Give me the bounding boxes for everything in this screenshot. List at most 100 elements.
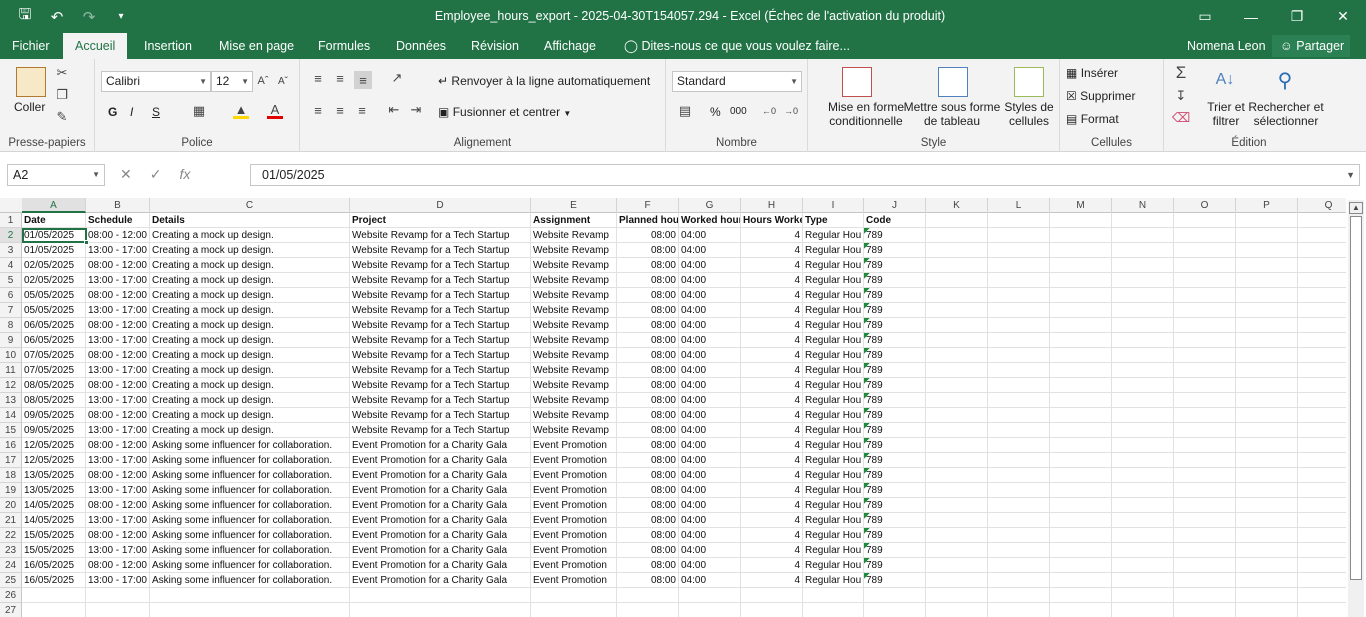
table-cell[interactable]	[926, 573, 988, 588]
row-header-12[interactable]: 12	[0, 378, 22, 393]
table-cell[interactable]: 08/05/2025	[22, 393, 86, 408]
table-cell[interactable]	[1298, 243, 1346, 258]
table-cell[interactable]: Regular Hou	[803, 258, 864, 273]
table-cell[interactable]: Asking some influencer for collaboration…	[150, 453, 350, 468]
table-cell[interactable]: 789	[864, 528, 926, 543]
table-cell[interactable]	[1050, 378, 1112, 393]
table-cell[interactable]: 13:00 - 17:00	[86, 513, 150, 528]
tab-donnees[interactable]: Données	[384, 33, 458, 59]
table-cell[interactable]: 13:00 - 17:00	[86, 573, 150, 588]
table-cell[interactable]	[1174, 438, 1236, 453]
table-cell[interactable]: 789	[864, 348, 926, 363]
table-cell[interactable]: 08:00	[617, 363, 679, 378]
table-cell[interactable]	[1236, 393, 1298, 408]
table-cell[interactable]: 06/05/2025	[22, 318, 86, 333]
table-cell[interactable]	[1050, 228, 1112, 243]
table-cell[interactable]: Event Promotion	[531, 543, 617, 558]
table-cell[interactable]	[1174, 513, 1236, 528]
table-cell[interactable]	[1112, 393, 1174, 408]
undo-icon[interactable]: ↶	[46, 8, 68, 26]
table-cell[interactable]: Regular Hou	[803, 498, 864, 513]
table-cell[interactable]: 08:00	[617, 228, 679, 243]
header-cell[interactable]: Details	[150, 213, 350, 228]
table-cell[interactable]: Regular Hou	[803, 483, 864, 498]
table-cell[interactable]: 08:00	[617, 258, 679, 273]
table-cell[interactable]: Event Promotion	[531, 558, 617, 573]
table-cell[interactable]	[1112, 543, 1174, 558]
table-cell[interactable]: 789	[864, 288, 926, 303]
table-cell[interactable]	[1112, 528, 1174, 543]
table-cell[interactable]	[741, 603, 803, 617]
grow-font-icon[interactable]: Aˆ	[255, 73, 271, 89]
table-cell[interactable]: Event Promotion	[531, 468, 617, 483]
table-cell[interactable]	[1050, 513, 1112, 528]
table-cell[interactable]: 04:00	[679, 558, 741, 573]
table-cell[interactable]	[1236, 558, 1298, 573]
table-cell[interactable]: Website Revamp for a Tech Startup	[350, 348, 531, 363]
table-cell[interactable]	[1050, 363, 1112, 378]
table-cell[interactable]	[1050, 318, 1112, 333]
table-cell[interactable]: 08:00	[617, 318, 679, 333]
table-cell[interactable]: 08:00	[617, 378, 679, 393]
table-cell[interactable]: Website Revamp for a Tech Startup	[350, 288, 531, 303]
table-cell[interactable]: 08:00 - 12:00	[86, 408, 150, 423]
table-cell[interactable]	[1236, 543, 1298, 558]
cell-styles-button[interactable]: Styles de cellules	[1004, 100, 1054, 128]
table-cell[interactable]	[988, 603, 1050, 617]
table-cell[interactable]	[988, 363, 1050, 378]
align-top-icon[interactable]: ≡	[310, 71, 326, 86]
table-cell[interactable]: Asking some influencer for collaboration…	[150, 573, 350, 588]
table-cell[interactable]	[1112, 588, 1174, 603]
table-cell[interactable]: 08:00	[617, 333, 679, 348]
table-cell[interactable]	[1050, 528, 1112, 543]
table-cell[interactable]: 4	[741, 468, 803, 483]
table-cell[interactable]: Website Revamp	[531, 228, 617, 243]
table-cell[interactable]: Regular Hou	[803, 453, 864, 468]
column-header-d[interactable]: D	[350, 198, 531, 213]
table-cell[interactable]	[988, 573, 1050, 588]
table-cell[interactable]	[1298, 408, 1346, 423]
table-cell[interactable]	[22, 588, 86, 603]
table-cell[interactable]	[86, 588, 150, 603]
table-cell[interactable]: 16/05/2025	[22, 558, 86, 573]
table-cell[interactable]	[1174, 483, 1236, 498]
table-cell[interactable]: 04:00	[679, 288, 741, 303]
table-cell[interactable]: 08:00	[617, 288, 679, 303]
table-cell[interactable]: 4	[741, 303, 803, 318]
table-cell[interactable]: Event Promotion for a Charity Gala	[350, 528, 531, 543]
table-cell[interactable]	[926, 453, 988, 468]
table-cell[interactable]: Creating a mock up design.	[150, 393, 350, 408]
table-cell[interactable]	[1236, 588, 1298, 603]
row-header-8[interactable]: 8	[0, 318, 22, 333]
table-cell[interactable]: Regular Hou	[803, 303, 864, 318]
fill-icon[interactable]: ↧	[1172, 87, 1190, 105]
shrink-font-icon[interactable]: Aˇ	[275, 73, 291, 89]
table-cell[interactable]	[864, 588, 926, 603]
table-cell[interactable]: 4	[741, 438, 803, 453]
table-cell[interactable]	[926, 378, 988, 393]
table-cell[interactable]	[1050, 423, 1112, 438]
format-button[interactable]: ▤ Format	[1066, 112, 1119, 126]
table-cell[interactable]: 08:00 - 12:00	[86, 498, 150, 513]
table-cell[interactable]	[926, 498, 988, 513]
table-cell[interactable]	[988, 513, 1050, 528]
table-cell[interactable]: 4	[741, 498, 803, 513]
column-header-o[interactable]: O	[1174, 198, 1236, 213]
table-cell[interactable]	[1174, 363, 1236, 378]
table-cell[interactable]	[1050, 483, 1112, 498]
table-cell[interactable]	[150, 603, 350, 617]
table-cell[interactable]	[1298, 558, 1346, 573]
table-cell[interactable]: Regular Hou	[803, 348, 864, 363]
table-cell[interactable]	[1236, 513, 1298, 528]
table-cell[interactable]: Regular Hou	[803, 243, 864, 258]
number-format-combo[interactable]: Standard ▼	[672, 71, 802, 92]
table-cell[interactable]: 04:00	[679, 378, 741, 393]
table-cell[interactable]: Creating a mock up design.	[150, 258, 350, 273]
table-cell[interactable]: 14/05/2025	[22, 513, 86, 528]
header-cell[interactable]: Schedule	[86, 213, 150, 228]
table-cell[interactable]	[926, 543, 988, 558]
table-cell[interactable]	[679, 588, 741, 603]
table-cell[interactable]: 13:00 - 17:00	[86, 273, 150, 288]
table-cell[interactable]	[1298, 393, 1346, 408]
table-cell[interactable]	[1298, 258, 1346, 273]
